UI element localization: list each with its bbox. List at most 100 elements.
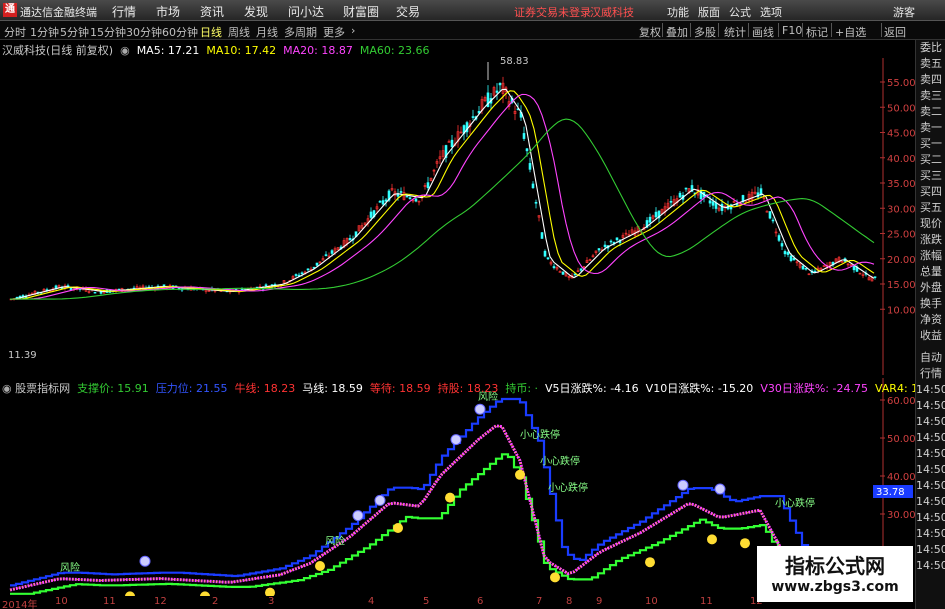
main-kline-chart[interactable]: 汉威科技(日线 前复权) ◉ MA5: 17.21 MA10: 17.42 MA…	[0, 40, 916, 375]
candle-body	[780, 243, 784, 247]
multi-stock-button[interactable]: 多股	[694, 24, 716, 40]
price-tick-label: 45.00	[887, 129, 915, 140]
menu-ask[interactable]: 问小达	[288, 3, 324, 20]
menu-quotes[interactable]: 行情	[112, 3, 136, 20]
candle-body	[777, 235, 781, 241]
candle-body	[648, 216, 652, 223]
support-label: 支撑价: 15.91	[77, 382, 149, 395]
menu-function[interactable]: 功能	[667, 4, 689, 20]
settings-dot-icon[interactable]: ◉	[117, 44, 134, 57]
candle-body	[471, 116, 475, 118]
period-weekly[interactable]: 周线	[228, 24, 250, 40]
app-title: 通达信金融终端	[20, 6, 97, 19]
candle-body	[579, 268, 583, 271]
period-monthly[interactable]: 月线	[256, 24, 278, 40]
hold-stock-label: 持股: 18.23	[437, 382, 499, 395]
toolbar-divider	[778, 23, 779, 37]
menu-layout[interactable]: 版面	[698, 4, 720, 20]
signal-annotation: 风险	[60, 561, 80, 574]
smile-icon	[315, 561, 325, 571]
tick-time: 14:50	[916, 495, 945, 508]
candle-body	[552, 266, 556, 269]
mark-button[interactable]: 标记	[806, 24, 828, 40]
back-button[interactable]: 返回	[884, 24, 906, 40]
period-30min[interactable]: 30分钟	[126, 24, 162, 40]
chevron-down-icon[interactable]: ›	[351, 24, 355, 37]
toolbar-divider	[662, 23, 663, 37]
date-label: 11	[103, 596, 116, 607]
kline-plot[interactable]: 55.00 50.00 45.00 40.00 35.00 30.00 25.00 20.00…	[0, 40, 916, 375]
ma20-line	[10, 93, 875, 300]
side-item: 外盘	[920, 281, 942, 294]
period-1min[interactable]: 1分钟	[30, 24, 59, 40]
ind-tick-label: 60.00	[887, 396, 915, 407]
date-label: 9	[596, 596, 603, 607]
menu-trade[interactable]: 交易	[396, 3, 420, 20]
auto-button[interactable]: 自动	[916, 350, 945, 366]
candle-body	[324, 254, 328, 256]
add-watchlist-button[interactable]: +自选	[835, 24, 866, 40]
period-daily[interactable]: 日线	[200, 24, 222, 40]
period-intraday[interactable]: 分时	[4, 24, 26, 40]
bull-line-label: 牛线: 18.23	[234, 382, 296, 395]
date-label: 2	[212, 596, 219, 607]
tick-time: 14:50	[916, 463, 945, 476]
current-value-text: 33.78	[876, 487, 905, 498]
risk-face-icon	[474, 403, 486, 415]
overlay-button[interactable]: 叠加	[666, 24, 688, 40]
candle-body	[852, 266, 856, 271]
menu-discover[interactable]: 发现	[244, 3, 268, 20]
side-item: 净资	[920, 313, 942, 326]
smile-icon	[265, 587, 275, 598]
candle-body	[450, 139, 454, 148]
period-60min[interactable]: 60分钟	[162, 24, 198, 40]
candle-body	[684, 187, 688, 190]
menu-wealth[interactable]: 财富圈	[343, 3, 379, 20]
hold-cash-label: 持币: ·	[505, 382, 539, 395]
candle-body	[720, 203, 724, 211]
quotes-button[interactable]: 行情	[916, 366, 945, 382]
watermark-title: 指标公式网	[785, 554, 885, 578]
date-label: 10	[55, 596, 68, 607]
stock-period-label: 汉威科技(日线 前复权)	[2, 44, 114, 57]
menu-options[interactable]: 选项	[760, 4, 782, 20]
var4-line	[9, 425, 875, 591]
adjust-button[interactable]: 复权	[639, 24, 661, 40]
risk-face-icon	[374, 494, 386, 506]
tick-time: 14:50	[916, 447, 945, 460]
side-item: 买五	[920, 201, 942, 214]
candle-body	[408, 197, 412, 200]
login-warning[interactable]: 证券交易未登录	[514, 4, 591, 20]
menu-news[interactable]: 资讯	[200, 3, 224, 20]
side-item: 现价	[920, 217, 942, 230]
candle-body	[330, 250, 334, 254]
candle-body	[522, 133, 526, 139]
pressure-label: 压力位: 21.55	[155, 382, 228, 395]
statistics-button[interactable]: 统计	[724, 24, 746, 40]
date-label: 11	[700, 596, 713, 607]
date-label: 5	[423, 596, 430, 607]
price-tick-label: 10.00	[887, 305, 915, 316]
period-multi[interactable]: 多周期	[284, 24, 317, 40]
smile-icon	[740, 538, 750, 549]
date-label: 10	[645, 596, 658, 607]
menu-formula[interactable]: 公式	[729, 4, 751, 20]
price-tick-label: 50.00	[887, 103, 915, 114]
pressure-line	[10, 397, 880, 587]
period-more[interactable]: 更多	[323, 24, 345, 40]
candle-body	[99, 291, 103, 294]
smile-icon	[707, 534, 717, 545]
candle-body	[561, 271, 565, 275]
guest-user[interactable]: 游客	[893, 4, 915, 20]
candle-body	[384, 199, 388, 202]
risk-face-icon	[714, 483, 726, 495]
f10-button[interactable]: F10	[782, 24, 802, 37]
period-15min[interactable]: 15分钟	[90, 24, 126, 40]
period-5min[interactable]: 5分钟	[60, 24, 89, 40]
menu-market[interactable]: 市场	[156, 3, 180, 20]
gear-icon[interactable]: ◉	[2, 382, 15, 395]
draw-line-button[interactable]: 画线	[752, 24, 774, 40]
candle-body	[603, 244, 607, 247]
candle-body	[708, 200, 712, 204]
candle-body	[378, 200, 382, 203]
